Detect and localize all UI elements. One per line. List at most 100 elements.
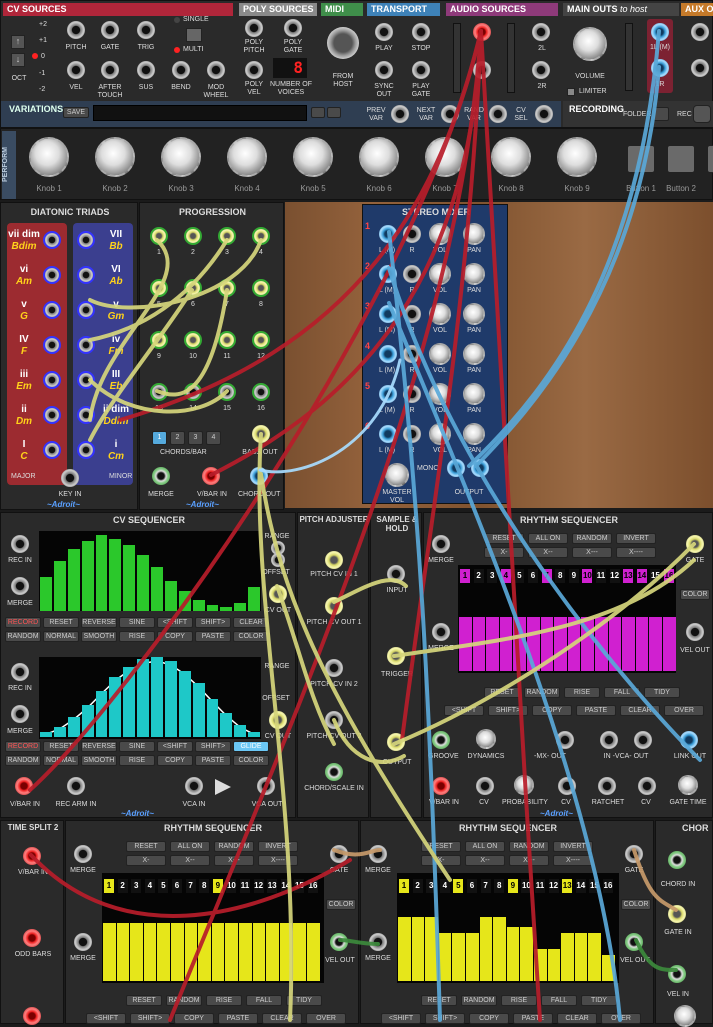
rs1-level-5[interactable] bbox=[513, 616, 526, 671]
green-bars-bar-15[interactable] bbox=[234, 603, 247, 611]
sync-out-jack[interactable] bbox=[375, 61, 393, 79]
cv-sel-jack[interactable] bbox=[535, 105, 553, 123]
rs2-btns2-btn-3[interactable]: X---- bbox=[258, 855, 298, 866]
stop-jack[interactable] bbox=[412, 23, 430, 41]
cvbtns2-btn-3[interactable]: RISE bbox=[119, 631, 155, 642]
perform-knob-7[interactable] bbox=[425, 137, 465, 177]
rs3-level-6[interactable] bbox=[466, 933, 479, 981]
rs2-step-16[interactable]: 16 bbox=[308, 879, 318, 893]
prev-var-jack[interactable] bbox=[391, 105, 409, 123]
rs2-step-10[interactable]: 10 bbox=[226, 879, 237, 893]
rs2-level-9[interactable] bbox=[211, 923, 225, 981]
vel-in-jack[interactable] bbox=[668, 965, 686, 983]
cyan-bars-bar-7[interactable] bbox=[123, 666, 136, 737]
rs1-btns4-btn-5[interactable]: OVER bbox=[664, 705, 704, 716]
mixer-vol-knob-6[interactable] bbox=[429, 423, 451, 445]
aux-2-jack[interactable] bbox=[691, 59, 709, 77]
cvbtns4-btn-4[interactable]: COPY bbox=[157, 755, 193, 766]
rs3-btns2-btn-1[interactable]: X-- bbox=[465, 855, 505, 866]
mixer-out-r-jack[interactable] bbox=[471, 459, 489, 477]
rs1-level-3[interactable] bbox=[486, 616, 499, 671]
cvbtns3-btn-5[interactable]: SHIFT> bbox=[195, 741, 231, 752]
major-jack-4[interactable] bbox=[43, 371, 61, 389]
chords-bar-button-2[interactable]: 2 bbox=[170, 431, 185, 445]
mixer-pan-knob-3[interactable] bbox=[463, 303, 485, 325]
cv-out-2-jack[interactable] bbox=[269, 711, 287, 729]
cvbtns3-btn-4[interactable]: <SHIFT bbox=[157, 741, 193, 752]
rs3-btns2-btn-2[interactable]: X--- bbox=[509, 855, 549, 866]
mixer-r-jack-6[interactable] bbox=[403, 425, 421, 443]
rs3-level-12[interactable] bbox=[547, 949, 561, 981]
green-bars-bar-8[interactable] bbox=[137, 555, 149, 611]
rs2-btns4-btn-2[interactable]: COPY bbox=[174, 1013, 214, 1024]
minor-jack-2[interactable] bbox=[77, 301, 95, 319]
rs2-level-10[interactable] bbox=[225, 923, 238, 981]
rs2-btns3-btn-3[interactable]: FALL bbox=[246, 995, 282, 1006]
rs2-gate-jack[interactable] bbox=[330, 845, 348, 863]
rand-var-jack[interactable] bbox=[489, 105, 507, 123]
mixer-vol-knob-2[interactable] bbox=[429, 263, 451, 285]
rs1-btns3-btn-0[interactable]: RESET bbox=[484, 687, 520, 698]
cvbtns2-btn-5[interactable]: PASTE bbox=[195, 631, 231, 642]
rs3-merge2-jack[interactable] bbox=[369, 933, 387, 951]
rs3-step-3[interactable]: 3 bbox=[426, 879, 437, 893]
cvbtns1-btn-4[interactable]: <SHIFT bbox=[157, 617, 193, 628]
progression-step-jack-6[interactable] bbox=[184, 279, 202, 297]
audio-2r-jack[interactable] bbox=[532, 61, 550, 79]
rs3-merge-jack[interactable] bbox=[369, 845, 387, 863]
main-1l-jack[interactable] bbox=[651, 23, 669, 41]
rs2-level-7[interactable] bbox=[184, 923, 198, 981]
cyan-bars-bar-5[interactable] bbox=[95, 690, 108, 737]
gate-jack[interactable] bbox=[101, 21, 119, 39]
rs1-step-5[interactable]: 5 bbox=[514, 569, 525, 583]
rs2-step-6[interactable]: 6 bbox=[172, 879, 182, 893]
rs2-level-4[interactable] bbox=[143, 923, 157, 981]
rs3-step-13[interactable]: 13 bbox=[562, 879, 573, 893]
rs2-btns1-btn-3[interactable]: INVERT bbox=[258, 841, 298, 852]
rs2-btns2-btn-2[interactable]: X--- bbox=[214, 855, 254, 866]
rs2-step-14[interactable]: 14 bbox=[280, 879, 291, 893]
perform-knob-6[interactable] bbox=[359, 137, 399, 177]
rs1-btns4-btn-3[interactable]: PASTE bbox=[576, 705, 616, 716]
probability-knob[interactable] bbox=[514, 775, 534, 795]
rs1-btns3-btn-3[interactable]: FALL bbox=[604, 687, 640, 698]
mixer-r-jack-1[interactable] bbox=[403, 225, 421, 243]
pitch-in2-jack[interactable] bbox=[325, 659, 343, 677]
rs3-step-4[interactable]: 4 bbox=[439, 879, 450, 893]
rs3-level-14[interactable] bbox=[574, 933, 588, 981]
rs1-vbar-jack[interactable] bbox=[432, 777, 450, 795]
rs2-step-4[interactable]: 4 bbox=[144, 879, 155, 893]
master-vol-knob[interactable] bbox=[385, 463, 409, 487]
rs2-level-15[interactable] bbox=[293, 923, 306, 981]
dynamics-knob[interactable] bbox=[476, 729, 496, 749]
rs3-step-14[interactable]: 14 bbox=[575, 879, 586, 893]
rs2-step-12[interactable]: 12 bbox=[253, 879, 264, 893]
green-bars-bar-12[interactable] bbox=[192, 599, 205, 611]
rs2-step-1[interactable]: 1 bbox=[104, 879, 114, 893]
rs2-level-11[interactable] bbox=[239, 923, 252, 981]
poly-gate-jack[interactable] bbox=[284, 19, 302, 37]
mixer-pan-knob-4[interactable] bbox=[463, 343, 485, 365]
rs3-level-13[interactable] bbox=[561, 933, 574, 981]
cvbtns4-btn-2[interactable]: SMOOTH bbox=[81, 755, 117, 766]
cyan-bars-bar-2[interactable] bbox=[53, 726, 66, 737]
rs2-step-11[interactable]: 11 bbox=[240, 879, 250, 893]
progression-step-jack-5[interactable] bbox=[150, 279, 168, 297]
rs2-btns4-btn-0[interactable]: <SHIFT bbox=[86, 1013, 126, 1024]
cvbtns1-btn-5[interactable]: SHIFT> bbox=[195, 617, 231, 628]
rs3-btns3-btn-1[interactable]: RANDOM bbox=[461, 995, 497, 1006]
rs1-level-14[interactable] bbox=[635, 616, 649, 671]
variation-name-field[interactable] bbox=[93, 105, 307, 121]
rs1-level-10[interactable] bbox=[581, 616, 594, 671]
rs2-step-9[interactable]: 9 bbox=[212, 879, 223, 893]
chord-scale-jack[interactable] bbox=[325, 763, 343, 781]
merge-2-jack[interactable] bbox=[11, 705, 29, 723]
sh-trigger-jack[interactable] bbox=[387, 647, 405, 665]
perform-button-3[interactable] bbox=[707, 145, 713, 173]
rs1-step-14[interactable]: 14 bbox=[636, 569, 647, 583]
variation-paste-button[interactable] bbox=[327, 107, 341, 118]
rs2-level-8[interactable] bbox=[198, 923, 211, 981]
rs1-step-15[interactable]: 15 bbox=[650, 569, 661, 583]
rs3-step-5[interactable]: 5 bbox=[453, 879, 464, 893]
rs3-level-3[interactable] bbox=[425, 917, 438, 981]
